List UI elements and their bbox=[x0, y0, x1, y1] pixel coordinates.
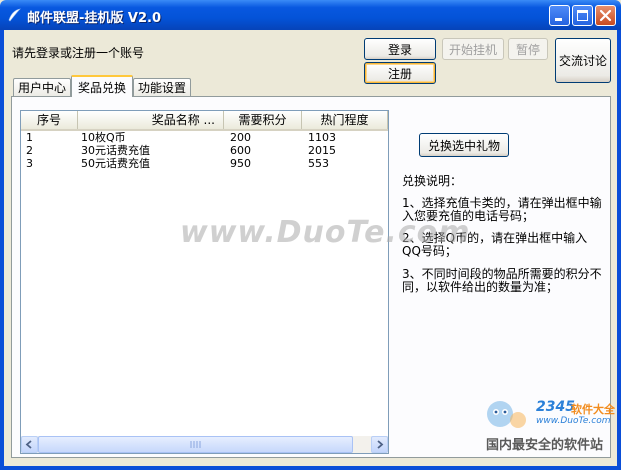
row-prize-name: 30元话费充值 bbox=[81, 144, 150, 157]
row-index: 3 bbox=[26, 157, 33, 170]
prize-list-header: 序号 奖品名称 ... 需要积分 热门程度 bbox=[21, 111, 388, 131]
grip-icon bbox=[190, 441, 201, 448]
discuss-button[interactable]: 交流讨论 bbox=[555, 38, 611, 83]
table-row[interactable]: 3 50元话费充值 950 553 bbox=[21, 157, 388, 170]
row-prize-name: 10枚Q币 bbox=[81, 131, 126, 144]
window-frame-bottom bbox=[0, 466, 621, 470]
tab-user-center[interactable]: 用户中心 bbox=[13, 78, 71, 96]
watermark: www.DuoTe.com bbox=[180, 215, 471, 250]
redeem-instructions-title: 兑换说明： bbox=[402, 174, 463, 188]
column-header-index[interactable]: 序号 bbox=[21, 111, 78, 129]
app-icon bbox=[8, 8, 21, 22]
logo-slogan: 国内最安全的软件站 bbox=[486, 438, 604, 453]
register-button[interactable]: 注册 bbox=[364, 62, 436, 84]
table-row[interactable]: 2 30元话费充值 600 2015 bbox=[21, 144, 388, 157]
window-title: 邮件联盟-挂机版 V2.0 bbox=[27, 11, 162, 26]
scroll-right-button[interactable] bbox=[371, 436, 388, 453]
close-button[interactable] bbox=[595, 5, 616, 26]
column-header-prize-name[interactable]: 奖品名称 ... bbox=[78, 111, 224, 129]
chevron-right-icon bbox=[377, 440, 384, 449]
row-popularity: 2015 bbox=[308, 144, 336, 157]
redeem-selected-button[interactable]: 兑换选中礼物 bbox=[419, 133, 509, 157]
minimize-button[interactable] bbox=[549, 5, 570, 26]
row-popularity: 1103 bbox=[308, 131, 336, 144]
logo-number: 2345 bbox=[536, 399, 575, 415]
login-button[interactable]: 登录 bbox=[364, 38, 436, 60]
login-status-text: 请先登录或注册一个账号 bbox=[12, 46, 145, 60]
scrollbar-thumb[interactable] bbox=[38, 436, 353, 453]
logo-soft-text: 软件大全 bbox=[571, 403, 615, 416]
row-points: 950 bbox=[230, 157, 251, 170]
table-row[interactable]: 1 10枚Q币 200 1103 bbox=[21, 131, 388, 144]
minimize-icon bbox=[555, 18, 562, 21]
column-header-points[interactable]: 需要积分 bbox=[224, 111, 302, 129]
start-hangup-button[interactable]: 开始挂机 bbox=[442, 38, 504, 60]
maximize-icon bbox=[577, 10, 588, 21]
window-frame-left bbox=[0, 30, 4, 470]
prize-list[interactable]: 序号 奖品名称 ... 需要积分 热门程度 1 10枚Q币 200 1103 2… bbox=[20, 110, 389, 454]
close-icon bbox=[599, 9, 612, 22]
title-bar[interactable]: 邮件联盟-挂机版 V2.0 bbox=[0, 0, 621, 30]
horizontal-scrollbar[interactable] bbox=[21, 436, 388, 453]
row-prize-name: 50元话费充值 bbox=[81, 157, 150, 170]
column-header-popularity[interactable]: 热门程度 bbox=[302, 111, 388, 129]
tab-settings[interactable]: 功能设置 bbox=[133, 78, 191, 96]
window-frame-right bbox=[617, 30, 621, 470]
row-points: 600 bbox=[230, 144, 251, 157]
row-popularity: 553 bbox=[308, 157, 329, 170]
tab-prize-redeem[interactable]: 奖品兑换 bbox=[71, 75, 133, 97]
pause-button[interactable]: 暂停 bbox=[508, 38, 548, 60]
scroll-left-button[interactable] bbox=[21, 436, 38, 453]
logo-url: www.DuoTe.com bbox=[536, 416, 611, 426]
maximize-button[interactable] bbox=[572, 5, 593, 26]
chevron-left-icon bbox=[25, 440, 32, 449]
row-index: 2 bbox=[26, 144, 33, 157]
row-points: 200 bbox=[230, 131, 251, 144]
redeem-instruction-item: 3、不同时间段的物品所需要的积分不同，以软件给出的数量为准； bbox=[402, 267, 602, 294]
row-index: 1 bbox=[26, 131, 33, 144]
